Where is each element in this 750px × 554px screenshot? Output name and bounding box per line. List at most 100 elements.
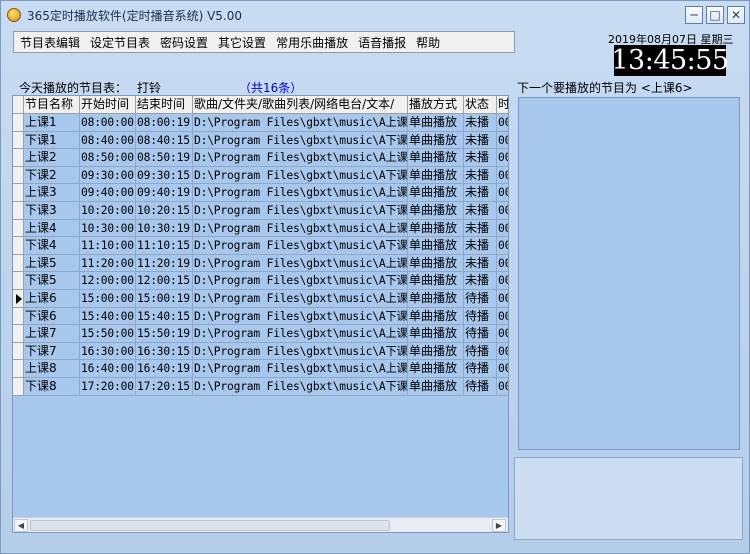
cell-start[interactable]: 16:30:00 [80,342,136,361]
cell-mode[interactable]: 单曲播放 [408,289,464,308]
table-row[interactable]: 上课1 08:00:00 08:00:19 D:\Program Files\gbxt… [13,114,508,132]
cell-status[interactable]: 未播 [464,184,497,202]
scroll-thumb[interactable] [30,520,390,531]
row-indicator[interactable] [13,377,24,396]
cell-end[interactable]: 17:20:15 [136,377,193,396]
cell-start[interactable]: 08:00:00 [80,114,136,132]
cell-end[interactable]: 11:20:19 [136,254,193,273]
cell-status[interactable]: 待播 [464,377,497,396]
cell-extra[interactable]: 00 [497,220,508,238]
cell-mode[interactable]: 单曲播放 [408,219,464,238]
cell-path[interactable]: D:\Program Files\gbxt\music\A上课 [193,184,408,202]
cell-extra[interactable]: 00 [497,272,508,290]
row-indicator[interactable] [13,254,24,273]
cell-start[interactable]: 12:00:00 [80,272,136,290]
cell-name[interactable]: 上课8 [24,360,80,378]
cell-status[interactable]: 待播 [464,360,497,378]
cell-mode[interactable]: 单曲播放 [408,201,464,220]
table-row[interactable]: 下课6 15:40:00 15:40:15 D:\Program Files\gbxt… [13,307,508,326]
cell-end[interactable]: 08:50:19 [136,149,193,167]
cell-status[interactable]: 未播 [464,237,497,255]
menu-schedule-edit[interactable]: 节目表编辑 [20,34,80,51]
cell-start[interactable]: 10:30:00 [80,219,136,238]
cell-extra[interactable]: 00 [497,325,508,343]
header-time[interactable]: 时 [497,96,508,114]
row-indicator[interactable] [13,114,24,132]
row-indicator[interactable] [13,360,24,378]
cell-path[interactable]: D:\Program Files\gbxt\music\A下课 [193,237,408,255]
cell-end[interactable]: 09:40:19 [136,184,193,202]
cell-mode[interactable]: 单曲播放 [408,166,464,185]
cell-mode[interactable]: 单曲播放 [408,342,464,361]
cell-start[interactable]: 15:50:00 [80,325,136,343]
cell-status[interactable]: 待播 [464,307,497,326]
cell-name[interactable]: 上课2 [24,149,80,167]
header-status[interactable]: 状态 [464,96,497,114]
cell-extra[interactable]: 00 [497,237,508,255]
cell-mode[interactable]: 单曲播放 [408,149,464,167]
cell-status[interactable]: 未播 [464,201,497,220]
cell-name[interactable]: 上课3 [24,184,80,202]
cell-path[interactable]: D:\Program Files\gbxt\music\A下课 [193,272,408,290]
cell-end[interactable]: 08:00:19 [136,114,193,132]
header-path[interactable]: 歌曲/文件夹/歌曲列表/网络电台/文本/ [193,96,408,114]
cell-name[interactable]: 下课2 [24,166,80,185]
cell-mode[interactable]: 单曲播放 [408,131,464,150]
cell-name[interactable]: 下课4 [24,237,80,255]
cell-path[interactable]: D:\Program Files\gbxt\music\A上课 [193,254,408,273]
cell-name[interactable]: 下课7 [24,342,80,361]
table-row[interactable]: 上课3 09:40:00 09:40:19 D:\Program Files\gbxt… [13,184,508,202]
cell-start[interactable]: 08:40:00 [80,131,136,150]
cell-name[interactable]: 上课1 [24,114,80,132]
cell-extra[interactable]: 00 [497,149,508,167]
cell-path[interactable]: D:\Program Files\gbxt\music\A下课 [193,201,408,220]
cell-name[interactable]: 上课4 [24,219,80,238]
cell-end[interactable]: 10:30:19 [136,219,193,238]
table-row[interactable]: 下课3 10:20:00 10:20:15 D:\Program Files\gbxt… [13,201,508,220]
cell-start[interactable]: 11:10:00 [80,237,136,255]
row-indicator[interactable] [13,342,24,361]
cell-start[interactable]: 15:00:00 [80,289,136,308]
cell-end[interactable]: 16:40:19 [136,360,193,378]
cell-end[interactable]: 15:50:19 [136,325,193,343]
cell-mode[interactable]: 单曲播放 [408,360,464,378]
header-end[interactable]: 结束时间 [136,96,193,114]
table-row[interactable]: 上课7 15:50:00 15:50:19 D:\Program Files\gbxt… [13,325,508,343]
cell-name[interactable]: 下课5 [24,272,80,290]
menu-set-schedule[interactable]: 设定节目表 [90,34,150,51]
menu-other-settings[interactable]: 其它设置 [218,34,266,51]
cell-path[interactable]: D:\Program Files\gbxt\music\A下课 [193,131,408,150]
table-row[interactable]: 上课5 11:20:00 11:20:19 D:\Program Files\gbxt… [13,254,508,273]
cell-end[interactable]: 08:40:15 [136,131,193,150]
header-name[interactable]: 节目名称 [24,96,80,114]
cell-path[interactable]: D:\Program Files\gbxt\music\A下课 [193,377,408,396]
cell-extra[interactable]: 00 [497,114,508,132]
cell-path[interactable]: D:\Program Files\gbxt\music\A上课 [193,360,408,378]
cell-path[interactable]: D:\Program Files\gbxt\music\A下课 [193,166,408,185]
row-indicator[interactable] [13,166,24,185]
table-row[interactable]: 下课8 17:20:00 17:20:15 D:\Program Files\gbxt… [13,377,508,396]
cell-mode[interactable]: 单曲播放 [408,237,464,255]
cell-path[interactable]: D:\Program Files\gbxt\music\A上课 [193,219,408,238]
cell-mode[interactable]: 单曲播放 [408,184,464,202]
cell-extra[interactable]: 00 [497,255,508,273]
cell-status[interactable]: 未播 [464,149,497,167]
table-row[interactable]: 下课1 08:40:00 08:40:15 D:\Program Files\gbxt… [13,131,508,150]
cell-start[interactable]: 15:40:00 [80,307,136,326]
cell-mode[interactable]: 单曲播放 [408,114,464,132]
table-row[interactable]: 上课4 10:30:00 10:30:19 D:\Program Files\gbxt… [13,219,508,238]
maximize-button[interactable]: □ [706,6,724,24]
cell-path[interactable]: D:\Program Files\gbxt\music\A上课 [193,149,408,167]
row-indicator[interactable] [13,237,24,255]
cell-status[interactable]: 待播 [464,289,497,308]
cell-name[interactable]: 下课3 [24,201,80,220]
close-button[interactable]: ✕ [727,6,745,24]
cell-path[interactable]: D:\Program Files\gbxt\music\A上课 [193,114,408,132]
cell-start[interactable]: 08:50:00 [80,149,136,167]
cell-start[interactable]: 16:40:00 [80,360,136,378]
cell-start[interactable]: 11:20:00 [80,254,136,273]
cell-extra[interactable]: 00 [497,378,508,396]
cell-start[interactable]: 09:40:00 [80,184,136,202]
schedule-table[interactable]: 节目名称 开始时间 结束时间 歌曲/文件夹/歌曲列表/网络电台/文本/ 播放方式… [12,95,509,533]
cell-mode[interactable]: 单曲播放 [408,377,464,396]
